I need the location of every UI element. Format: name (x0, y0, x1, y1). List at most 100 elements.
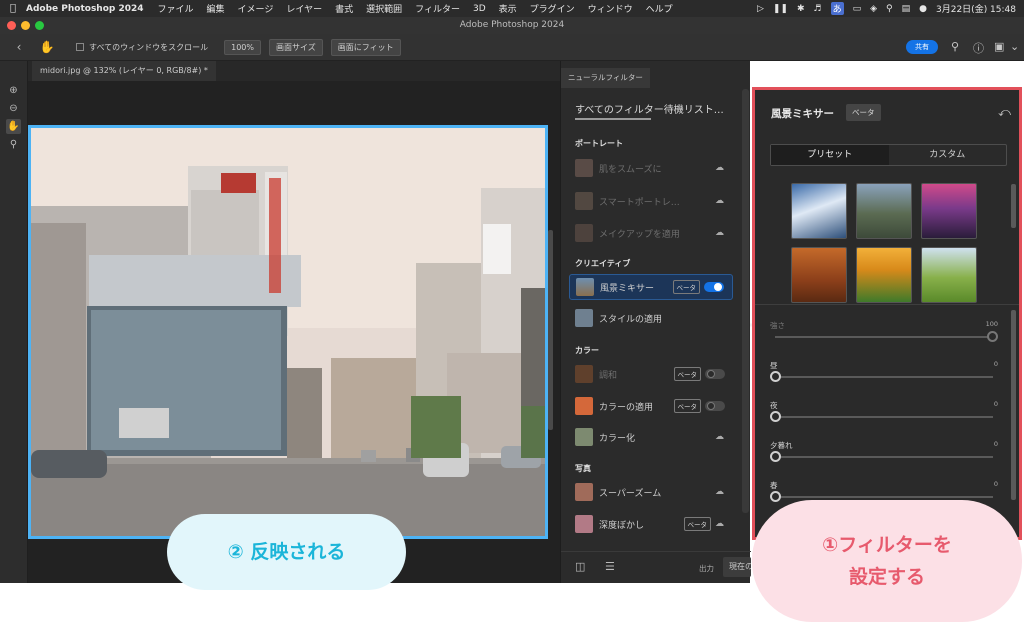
slider-track[interactable] (775, 456, 993, 458)
reset-icon[interactable]: ⤺ (998, 105, 1011, 120)
control-center-icon[interactable]: ▤ (902, 4, 911, 14)
share-button[interactable]: 共有 (906, 40, 938, 54)
menu-file[interactable]: ファイル (158, 2, 194, 15)
hand-tool-icon[interactable]: ✋ (6, 119, 21, 134)
tab-presets[interactable]: プリセット (771, 145, 889, 165)
slider-knob[interactable] (987, 331, 998, 342)
fill-screen-button[interactable]: 画面にフィット (330, 38, 401, 56)
volume-icon[interactable]: ♬ (814, 4, 822, 14)
filter-toggle[interactable] (705, 401, 725, 411)
filter-color-transfer[interactable]: カラーの適用 ベータ (569, 393, 733, 419)
slider-track[interactable] (775, 336, 993, 338)
apple-menu-icon[interactable]:  (0, 3, 26, 14)
cloud-download-icon[interactable]: ☁ (715, 196, 724, 206)
preset-scrollbar[interactable] (1011, 184, 1016, 228)
menu-3d[interactable]: 3D (473, 4, 486, 14)
filter-list-header[interactable]: すべてのフィルター待機リスト… (575, 101, 724, 116)
filter-landscape-mixer[interactable]: 風景ミキサー ベータ (569, 274, 733, 300)
chevron-down-icon[interactable]: ⌄ (1010, 40, 1019, 53)
slider-knob[interactable] (770, 371, 781, 382)
battery-icon[interactable]: ▭ (853, 4, 862, 14)
menu-view[interactable]: 表示 (499, 2, 517, 15)
tab-custom[interactable]: カスタム (889, 145, 1007, 165)
slider-track[interactable] (775, 416, 993, 418)
slider-knob[interactable] (770, 451, 781, 462)
help-icon[interactable]: ⓘ (973, 40, 984, 56)
zoom-100-button[interactable]: 100% (224, 39, 261, 55)
cloud-download-icon[interactable]: ☁ (715, 519, 724, 529)
document-tab[interactable]: midori.jpg @ 132% (レイヤー 0, RGB/8#) * (32, 61, 216, 81)
bluetooth-icon[interactable]: ✱ (797, 4, 805, 14)
beta-badge: ベータ (672, 280, 700, 294)
slider-night[interactable]: 夜 0 (770, 400, 998, 430)
preset-green-meadow[interactable] (921, 247, 977, 303)
layers-icon[interactable]: ☰ (605, 560, 615, 573)
filter-harmonization[interactable]: 調和 ベータ (569, 361, 733, 387)
preset-twilight-peak[interactable] (921, 183, 977, 239)
wifi-icon[interactable]: ◈ (870, 4, 877, 14)
slider-label: 昼 (770, 361, 778, 370)
slider-knob[interactable] (770, 411, 781, 422)
cloud-download-icon[interactable]: ☁ (715, 487, 724, 497)
slider-day[interactable]: 昼 0 (770, 360, 998, 390)
pause-icon[interactable]: ❚❚ (773, 4, 788, 14)
filter-super-zoom[interactable]: スーパーズーム ☁ (569, 479, 733, 505)
cloud-download-icon[interactable]: ☁ (715, 432, 724, 442)
document-image[interactable] (28, 125, 548, 539)
compare-icon[interactable]: ◫ (575, 560, 585, 573)
canvas-scrollbar[interactable] (548, 230, 553, 430)
filter-toggle[interactable] (705, 369, 725, 379)
navigation-toolbar: ⊕ ⊖ ✋ ⚲ (0, 61, 28, 583)
back-icon[interactable]: ‹ (8, 40, 30, 54)
slider-track[interactable] (775, 376, 993, 378)
menu-layer[interactable]: レイヤー (286, 2, 322, 15)
panel-footer: ◫ ☰ 出力 現在の (561, 551, 751, 583)
output-select[interactable]: 現在の (723, 557, 751, 577)
filter-smart-portrait[interactable]: スマートポートレ… ☁ (569, 188, 733, 214)
menu-select[interactable]: 選択範囲 (366, 2, 402, 15)
workspace-icon[interactable]: ▣ (994, 40, 1004, 53)
clock[interactable]: 3月22日(金) 15:48 (936, 2, 1016, 15)
input-method-icon[interactable]: あ (830, 2, 844, 15)
menu-image[interactable]: イメージ (238, 2, 274, 15)
cloud-download-icon[interactable]: ☁ (715, 228, 724, 238)
filter-toggle[interactable] (704, 282, 724, 292)
zoom-in-icon[interactable]: ⊕ (6, 83, 21, 98)
panel-scrollbar[interactable] (742, 89, 749, 513)
preset-mountain-lake[interactable] (856, 183, 912, 239)
zoom-out-icon[interactable]: ⊖ (6, 101, 21, 116)
menu-filter[interactable]: フィルター (415, 2, 460, 15)
preset-canyon[interactable] (791, 247, 847, 303)
preset-sunset-valley[interactable] (856, 247, 912, 303)
filter-makeup-transfer[interactable]: メイクアップを適用 ☁ (569, 220, 733, 246)
filter-depth-blur[interactable]: 深度ぼかし ベータ ☁ (569, 511, 733, 537)
filter-style-transfer[interactable]: スタイルの適用 (569, 305, 733, 331)
search-icon[interactable]: ⚲ (951, 40, 959, 53)
preset-grid (791, 183, 979, 303)
cloud-download-icon[interactable]: ☁ (715, 163, 724, 173)
neural-filters-tab[interactable]: ニューラルフィルター (561, 68, 650, 88)
zoom-tool-icon[interactable]: ⚲ (6, 137, 21, 152)
slider-strength[interactable]: 強さ 100 (770, 320, 998, 350)
filter-colorize[interactable]: カラー化 ☁ (569, 424, 733, 450)
scroll-all-checkbox[interactable] (76, 43, 84, 51)
menu-edit[interactable]: 編集 (207, 2, 225, 15)
menu-window[interactable]: ウィンドウ (588, 2, 633, 15)
app-menu[interactable]: Adobe Photoshop 2024 (26, 4, 144, 14)
sliders-scrollbar[interactable] (1011, 310, 1016, 500)
menu-type[interactable]: 書式 (335, 2, 353, 15)
search-icon[interactable]: ⚲ (886, 4, 893, 14)
siri-icon[interactable]: ● (919, 4, 927, 14)
callout-reflected: ② 反映される (167, 514, 406, 590)
slider-track[interactable] (775, 496, 993, 498)
slider-knob[interactable] (770, 491, 781, 502)
filter-skin-smoothing[interactable]: 肌をスムーズに ☁ (569, 155, 733, 181)
play-icon[interactable]: ▷ (757, 4, 764, 14)
scroll-all-label: すべてのウィンドウをスクロール (89, 42, 209, 52)
slider-sunset[interactable]: 夕暮れ 0 (770, 440, 998, 470)
hand-tool-icon[interactable]: ✋ (36, 40, 58, 54)
menu-help[interactable]: ヘルプ (646, 2, 673, 15)
preset-snowy-mountains[interactable] (791, 183, 847, 239)
fit-screen-button[interactable]: 画面サイズ (269, 38, 323, 56)
menu-plugins[interactable]: プラグイン (530, 2, 575, 15)
